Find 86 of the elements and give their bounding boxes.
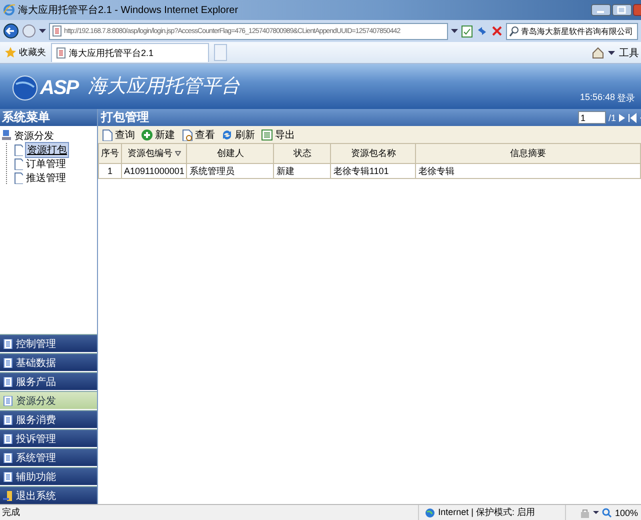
star-icon xyxy=(5,47,16,58)
search-text: 青岛海大新星软件咨询有限公司 xyxy=(521,26,633,36)
favorites-button[interactable]: 收藏夹 xyxy=(5,46,46,59)
globe-icon xyxy=(12,75,38,101)
page-icon xyxy=(13,158,23,170)
browser-tab[interactable]: 海大应用托管平台2.1 xyxy=(51,43,209,62)
zoom-level[interactable]: 100% xyxy=(614,508,638,518)
export-button[interactable]: 导出 xyxy=(261,128,295,142)
column-header[interactable]: 创建人 xyxy=(186,144,274,164)
module-icon xyxy=(3,452,13,462)
stop-icon[interactable] xyxy=(491,25,503,37)
back-icon[interactable] xyxy=(3,23,19,39)
sidebar-title: 系统菜单 xyxy=(0,109,97,126)
dropdown-icon[interactable] xyxy=(592,510,599,515)
nav-item[interactable]: 资源分发 xyxy=(0,391,97,409)
table-cell: 老徐专辑 xyxy=(416,164,640,178)
module-icon xyxy=(3,434,13,444)
page-total: /1 xyxy=(608,112,616,122)
minimize-icon[interactable] xyxy=(591,4,611,16)
tree-item[interactable]: 资源打包 xyxy=(25,142,69,158)
table-cell: A10911000001 xyxy=(122,164,187,178)
column-header[interactable]: 资源包名称 xyxy=(330,144,416,164)
page-icon xyxy=(56,47,66,59)
maximize-icon[interactable] xyxy=(612,4,632,16)
page-icon xyxy=(13,172,23,184)
refresh-icon[interactable] xyxy=(476,25,488,37)
export-icon xyxy=(261,128,273,140)
logo-text: ASP xyxy=(40,76,78,100)
next-page-icon[interactable] xyxy=(618,112,626,122)
ie-logo-icon xyxy=(3,4,15,16)
compatibility-icon[interactable] xyxy=(461,24,473,38)
module-icon xyxy=(3,414,13,424)
view-icon xyxy=(181,128,193,140)
exit-icon xyxy=(3,490,13,500)
nav-item[interactable]: 服务产品 xyxy=(0,372,97,390)
column-header[interactable]: 序号 xyxy=(98,144,122,164)
dropdown-icon[interactable] xyxy=(608,50,615,56)
dropdown-icon[interactable] xyxy=(39,28,46,34)
login-link[interactable]: 登录 xyxy=(617,92,635,105)
view-button[interactable]: 查看 xyxy=(181,128,215,142)
nav-item[interactable]: 系统管理 xyxy=(0,448,97,466)
nav-item[interactable]: 基础数据 xyxy=(0,353,97,371)
dropdown-icon[interactable] xyxy=(451,28,458,34)
panel-title: 打包管理 xyxy=(101,109,149,126)
add-icon xyxy=(141,128,153,140)
refresh-icon xyxy=(221,128,233,140)
new-button[interactable]: 新建 xyxy=(141,128,175,142)
table-cell: 系统管理员 xyxy=(186,164,274,178)
clock-time: 15:56:48 xyxy=(580,92,615,104)
module-icon xyxy=(3,376,13,386)
app-title: 海大应用托管平台 xyxy=(88,75,240,99)
globe-icon xyxy=(425,508,436,518)
sort-icon xyxy=(174,151,181,156)
tree-item[interactable]: 资源分发 xyxy=(13,128,55,142)
nav-item[interactable]: 控制管理 xyxy=(0,334,97,352)
table-cell: 老徐专辑1101 xyxy=(330,164,416,178)
page-icon xyxy=(52,25,62,37)
window-title: 海大应用托管平台2.1 - Windows Internet Explorer xyxy=(18,4,238,17)
nav-item[interactable]: 服务消费 xyxy=(0,410,97,428)
search-field[interactable]: 青岛海大新星软件咨询有限公司 xyxy=(506,22,638,40)
nav-item[interactable]: 辅助功能 xyxy=(0,467,97,485)
nav-item[interactable]: 退出系统 xyxy=(0,486,97,504)
nav-item[interactable]: 投诉管理 xyxy=(0,429,97,447)
tree-item[interactable]: 订单管理 xyxy=(25,156,67,170)
document-icon xyxy=(101,128,113,140)
tree-item[interactable]: 推送管理 xyxy=(25,170,67,184)
table-cell: 1 xyxy=(98,164,122,178)
search-icon xyxy=(509,26,519,36)
column-header[interactable]: 资源包编号 xyxy=(122,144,187,164)
home-icon[interactable] xyxy=(592,46,604,58)
module-icon xyxy=(3,396,13,406)
tools-menu[interactable]: 工具 xyxy=(619,46,639,60)
refresh-button[interactable]: 刷新 xyxy=(221,128,255,142)
table-cell: 新建 xyxy=(274,164,331,178)
query-button[interactable]: 查询 xyxy=(101,128,135,142)
status-text: 完成 xyxy=(2,506,20,519)
page-icon xyxy=(13,144,23,156)
column-header[interactable]: 状态 xyxy=(274,144,331,164)
security-zone: Internet | 保护模式: 启用 xyxy=(438,506,535,519)
page-number-field[interactable]: 1 xyxy=(578,111,606,124)
first-page-icon[interactable] xyxy=(628,112,637,122)
module-icon xyxy=(3,358,13,368)
column-header[interactable]: 信息摘要 xyxy=(416,144,640,164)
module-icon xyxy=(3,472,13,482)
module-icon xyxy=(3,338,13,348)
zoom-icon[interactable] xyxy=(602,508,612,518)
